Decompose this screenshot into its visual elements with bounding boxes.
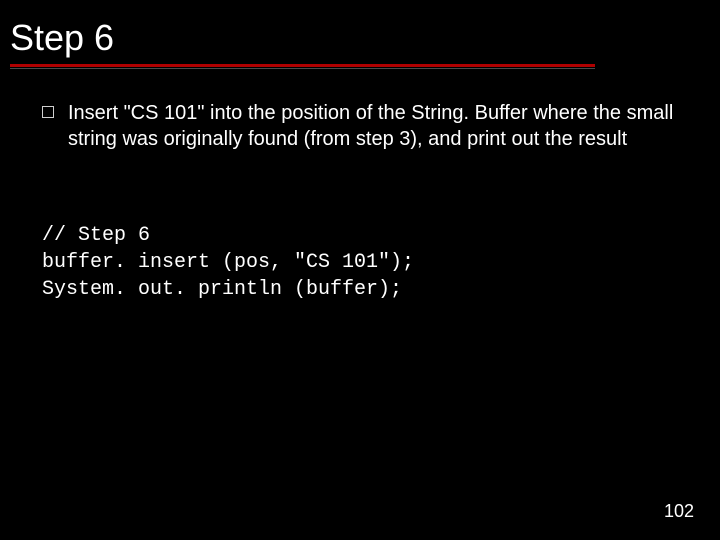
page-number: 102	[664, 501, 694, 522]
title-underline-grey	[10, 68, 595, 69]
code-line-2: buffer. insert (pos, "CS 101");	[42, 251, 414, 274]
bullet-item: Insert "CS 101" into the position of the…	[42, 100, 682, 152]
body-area: Insert "CS 101" into the position of the…	[42, 100, 682, 303]
code-line-3: System. out. println (buffer);	[42, 278, 402, 301]
code-line-1: // Step 6	[42, 224, 150, 247]
slide-title: Step 6	[10, 18, 710, 58]
square-bullet-icon	[42, 106, 54, 118]
slide: Step 6 Insert "CS 101" into the position…	[0, 0, 720, 540]
code-block: // Step 6 buffer. insert (pos, "CS 101")…	[42, 222, 682, 303]
title-underline-red	[10, 64, 595, 67]
title-block: Step 6	[10, 18, 710, 69]
title-underline	[10, 64, 595, 69]
bullet-text: Insert "CS 101" into the position of the…	[68, 100, 682, 152]
